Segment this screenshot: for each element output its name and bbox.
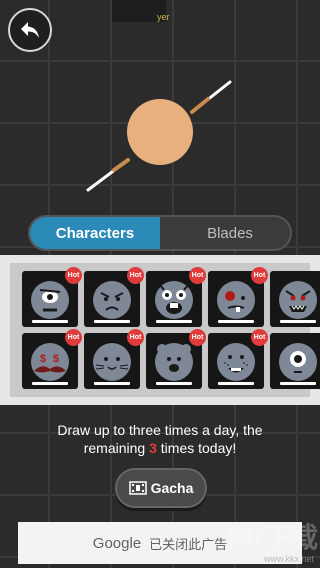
back-button[interactable] (8, 8, 52, 52)
character-card[interactable]: Hot (84, 329, 144, 389)
character-card[interactable] (270, 333, 320, 389)
draw-info-line1: Draw up to three times a day, the (57, 422, 263, 438)
hero-character (86, 80, 232, 192)
cat-face-icon (93, 343, 131, 381)
draw-info-line2: remaining 3 times today! (83, 440, 237, 456)
tab-bar: Characters Blades (28, 215, 292, 251)
character-card[interactable]: Hot (146, 329, 206, 389)
bunny-teeth-face-icon (155, 281, 193, 319)
tab-blades[interactable]: Blades (160, 217, 290, 249)
character-card-bar (94, 382, 130, 385)
character-card-bar (32, 320, 68, 323)
one-eyed-angry-face-icon (31, 281, 69, 319)
freckles-smile-face-icon (217, 343, 255, 381)
bear-face-icon (155, 343, 193, 381)
character-card[interactable]: $ $ Hot (22, 329, 82, 389)
frowning-face-icon (93, 281, 131, 319)
character-card-bar (218, 382, 254, 385)
svg-text:$: $ (53, 353, 59, 365)
svg-text:$: $ (40, 353, 46, 365)
tab-characters[interactable]: Characters (30, 217, 160, 249)
watermark-url: www.kkx.net (263, 554, 314, 564)
hot-badge: Hot (65, 267, 82, 284)
ad-text: 已关闭此广告 (149, 536, 228, 552)
character-card[interactable]: Hot (84, 267, 144, 327)
draw-info: Draw up to three times a day, the remain… (0, 421, 320, 457)
hot-badge: Hot (65, 329, 82, 346)
character-card-bar (218, 320, 254, 323)
zombie-face-icon (217, 281, 255, 319)
hot-badge: Hot (251, 267, 268, 284)
character-card[interactable] (270, 271, 320, 327)
gacha-label: Gacha (150, 480, 194, 496)
blade-top-icon (190, 80, 232, 114)
back-arrow-icon (21, 22, 39, 38)
character-grid: Hot Hot Hot Hot $ $ Hot Hot Hot Hot (10, 263, 320, 397)
remaining-count: 3 (149, 440, 157, 456)
character-card-bar (156, 320, 192, 323)
character-card[interactable]: Hot (146, 267, 206, 327)
hot-badge: Hot (189, 267, 206, 284)
tab-overlap-text: yer (157, 12, 170, 22)
hot-badge: Hot (127, 267, 144, 284)
cyclops-face-icon (279, 343, 317, 381)
film-icon (128, 481, 147, 495)
gacha-button[interactable]: Gacha (115, 468, 207, 508)
hot-badge: Hot (251, 329, 268, 346)
money-mustache-face-icon: $ $ (31, 343, 69, 381)
character-card-bar (280, 382, 316, 385)
character-card-bar (280, 320, 316, 323)
character-card[interactable]: Hot (22, 267, 82, 327)
blade-bottom-icon (86, 158, 130, 192)
character-card[interactable]: Hot (208, 267, 268, 327)
monster-face-icon (279, 281, 317, 319)
character-card-bar (94, 320, 130, 323)
watermark-logo: KK下载 (227, 522, 318, 553)
hot-badge: Hot (127, 329, 144, 346)
character-card[interactable]: Hot (208, 329, 268, 389)
ad-brand: Google (92, 534, 142, 552)
character-card-bar (156, 382, 192, 385)
hot-badge: Hot (189, 329, 206, 346)
character-card-bar (32, 382, 68, 385)
character-grid-panel: Hot Hot Hot Hot $ $ Hot Hot Hot Hot (0, 255, 320, 405)
